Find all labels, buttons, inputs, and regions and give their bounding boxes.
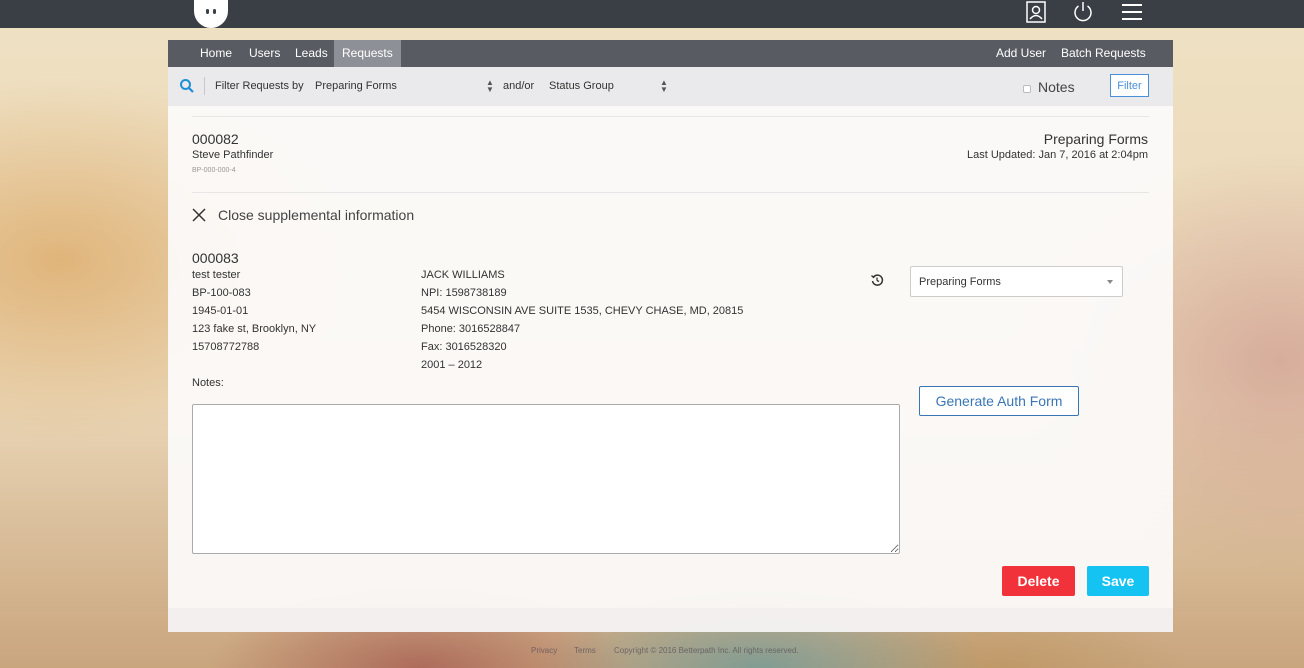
nav-users[interactable]: Users [241,40,288,67]
select-arrows-icon[interactable]: ▲ ▼ [486,79,494,94]
save-button[interactable]: Save [1087,566,1149,596]
divider [192,116,1149,117]
request-id[interactable]: 000082 [192,131,239,147]
provider-npi: NPI: 1598738189 [421,287,507,299]
generate-auth-form-button[interactable]: Generate Auth Form [919,386,1079,416]
close-supplemental-link[interactable]: Close supplemental information [218,207,414,223]
divider [204,77,205,95]
status-dropdown[interactable]: Preparing Forms [910,266,1123,297]
request-status: Preparing Forms [1043,131,1148,147]
main-panel: Home Users Leads Requests Add User Batch… [168,40,1173,632]
terms-link[interactable]: Terms [574,646,596,655]
provider-name: JACK WILLIAMS [421,269,505,281]
andor-label: and/or [503,80,535,92]
status-group-select[interactable]: Status Group [549,80,614,92]
last-updated: Last Updated: Jan 7, 2016 at 2:04pm [966,149,1148,161]
caret-down-icon [1107,280,1113,284]
patient-dob: 1945-01-01 [192,305,249,317]
status-dropdown-value: Preparing Forms [919,276,1001,288]
request-status-select[interactable]: Preparing Forms [315,80,397,92]
copyright-text: Copyright © 2016 Betterpath Inc. All rig… [614,646,799,655]
nav-requests[interactable]: Requests [334,40,401,67]
nav-bar: Home Users Leads Requests Add User Batch… [168,40,1173,67]
close-icon[interactable] [191,207,207,223]
batch-requests-link[interactable]: Batch Requests [1053,40,1154,67]
notes-checkbox[interactable] [1023,85,1031,93]
supplemental-request-id: 000083 [192,250,239,266]
request-name: Steve Pathfinder [192,149,274,161]
provider-years: 2001 – 2012 [421,359,483,371]
request-code: BP-000-000-4 [192,167,236,174]
filter-button[interactable]: Filter [1110,74,1149,97]
patient-code: BP-100-083 [192,287,251,299]
delete-button[interactable]: Delete [1002,566,1075,596]
patient-phone: 15708772788 [192,341,260,353]
divider [192,192,1149,193]
logo-icon[interactable] [194,0,228,28]
search-icon[interactable] [179,78,195,94]
menu-icon[interactable] [1120,0,1144,24]
select-arrows-icon[interactable]: ▲ ▼ [660,79,668,94]
provider-address: 5454 WISCONSIN AVE SUITE 1535, CHEVY CHA… [421,305,744,317]
panel-footer-strip [168,608,1173,632]
filter-bar: Filter Requests by Preparing Forms ▲ ▼ an… [168,67,1173,106]
nav-home[interactable]: Home [192,40,240,67]
notes-textarea[interactable] [192,404,900,554]
contact-card-icon[interactable] [1025,0,1047,24]
add-user-link[interactable]: Add User [988,40,1054,67]
provider-fax: Fax: 3016528320 [421,341,507,353]
notes-filter-label: Notes [1038,79,1075,95]
patient-name: test tester [192,269,241,281]
history-icon[interactable] [870,273,884,287]
patient-address: 123 fake st, Brooklyn, NY [192,323,317,335]
nav-leads[interactable]: Leads [287,40,336,67]
filter-label: Filter Requests by [215,80,304,92]
privacy-link[interactable]: Privacy [531,646,557,655]
provider-phone: Phone: 3016528847 [421,323,521,335]
power-icon[interactable] [1072,0,1094,24]
top-bar [0,0,1304,28]
notes-label: Notes: [192,377,224,389]
